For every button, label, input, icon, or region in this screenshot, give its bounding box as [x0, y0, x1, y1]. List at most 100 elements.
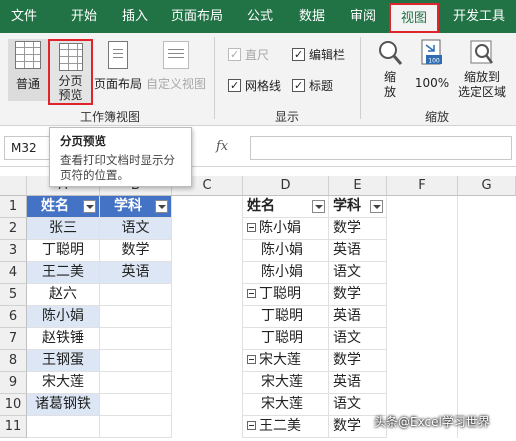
page-break-preview-tooltip: 分页预览 查看打印文档时显示分 页符的位置。 [49, 127, 192, 187]
select-all-corner[interactable] [0, 176, 27, 196]
pivot-cell[interactable]: 数学 [329, 350, 387, 372]
zoom-100-label: 100% [414, 76, 450, 90]
zoom-to-selection-button[interactable]: 缩放到 选定区域 [452, 39, 512, 105]
row-header[interactable]: 3 [0, 240, 27, 262]
formula-input[interactable] [250, 136, 512, 160]
pivot-row-label[interactable]: 陈小娟 [243, 240, 329, 262]
tab-review[interactable]: 审阅 [341, 0, 385, 33]
table-cell[interactable]: 宋大莲 [27, 372, 100, 394]
table-cell[interactable]: 丁聪明 [27, 240, 100, 262]
row-header[interactable]: 10 [0, 394, 27, 416]
pivot-row-label[interactable]: 丁聪明 [243, 306, 329, 328]
empty-cell[interactable] [27, 416, 100, 438]
row-header[interactable]: 1 [0, 196, 27, 218]
empty-cell[interactable] [100, 284, 172, 306]
page-break-preview-button[interactable]: 分页 预览 [48, 39, 93, 105]
custom-views-label: 自定义视图 [145, 77, 206, 91]
magnifier-icon [379, 41, 403, 65]
zoom-selection-label-line1: 缩放到 [463, 70, 500, 84]
tab-file[interactable]: 文件 [4, 0, 44, 33]
pivot-cell[interactable]: 数学 [329, 284, 387, 306]
pivot-cell[interactable]: 英语 [329, 240, 387, 262]
filter-dropdown-icon[interactable] [83, 200, 96, 213]
table-header-subject[interactable]: 学科 [100, 196, 172, 218]
pivot-row-label[interactable]: 丁聪明 [243, 328, 329, 350]
headings-checkbox[interactable]: 标题 [292, 77, 333, 95]
pivot-row-label[interactable]: 王二美 [243, 416, 329, 438]
table-cell[interactable]: 王二美 [27, 262, 100, 284]
empty-cell[interactable] [100, 350, 172, 372]
row-header[interactable]: 5 [0, 284, 27, 306]
column-header-d[interactable]: D [243, 176, 329, 196]
tab-formulas[interactable]: 公式 [238, 0, 282, 33]
empty-cell[interactable] [100, 372, 172, 394]
filter-dropdown-icon[interactable] [370, 200, 383, 213]
collapse-icon[interactable] [247, 355, 256, 364]
empty-cell[interactable] [100, 416, 172, 438]
pivot-header-name[interactable]: 姓名 [243, 196, 329, 218]
filter-dropdown-icon[interactable] [312, 200, 325, 213]
pivot-cell[interactable]: 英语 [329, 306, 387, 328]
row-header[interactable]: 2 [0, 218, 27, 240]
formula-bar-checkbox[interactable]: 编辑栏 [292, 46, 345, 64]
empty-cell[interactable] [100, 306, 172, 328]
pivot-row-label[interactable]: 丁聪明 [243, 284, 329, 306]
column-f-cells[interactable] [387, 196, 458, 438]
column-header-e[interactable]: E [329, 176, 387, 196]
pivot-row-label[interactable]: 宋大莲 [243, 394, 329, 416]
tab-insert[interactable]: 插入 [113, 0, 157, 33]
pivot-row-label[interactable]: 宋大莲 [243, 372, 329, 394]
pivot-row-label[interactable]: 宋大莲 [243, 350, 329, 372]
zoom-100-button[interactable]: 100 100% [412, 39, 452, 101]
table-cell[interactable]: 诸葛钢铁 [27, 394, 100, 416]
collapse-icon[interactable] [247, 223, 256, 232]
empty-cell[interactable] [100, 328, 172, 350]
column-c-cells[interactable] [172, 196, 243, 438]
tab-view[interactable]: 视图 [389, 3, 439, 33]
column-g-cells[interactable] [458, 196, 516, 438]
table-cell[interactable]: 王钢蛋 [27, 350, 100, 372]
worksheet[interactable]: A B C D E F G 1 2 3 4 5 6 7 8 9 10 11 姓名… [0, 176, 516, 441]
collapse-icon[interactable] [247, 421, 256, 430]
table-cell[interactable]: 陈小娟 [27, 306, 100, 328]
row-header[interactable]: 11 [0, 416, 27, 438]
column-header-f[interactable]: F [387, 176, 458, 196]
table-cell[interactable]: 英语 [100, 262, 172, 284]
ruler-checkbox[interactable]: 直尺 [228, 46, 269, 64]
table-cell[interactable]: 赵铁锤 [27, 328, 100, 350]
row-header[interactable]: 6 [0, 306, 27, 328]
row-header[interactable]: 7 [0, 328, 27, 350]
fx-icon[interactable]: fx [216, 139, 228, 154]
tab-data[interactable]: 数据 [290, 0, 334, 33]
pivot-row-label[interactable]: 陈小娟 [243, 218, 329, 240]
ribbon: 普通 分页 预览 页面布局 自定义视图 工作簿视图 直尺 编辑栏 网格线 标题 … [0, 33, 516, 126]
row-header[interactable]: 9 [0, 372, 27, 394]
row-header[interactable]: 8 [0, 350, 27, 372]
table-cell[interactable]: 张三 [27, 218, 100, 240]
pivot-cell[interactable]: 语文 [329, 328, 387, 350]
tab-developer[interactable]: 开发工具 [446, 0, 512, 33]
page-layout-view-button[interactable]: 页面布局 [94, 39, 142, 101]
gridlines-checkbox[interactable]: 网格线 [228, 77, 281, 95]
table-cell[interactable]: 数学 [100, 240, 172, 262]
table-cell[interactable]: 语文 [100, 218, 172, 240]
column-header-g[interactable]: G [458, 176, 516, 196]
filter-dropdown-icon[interactable] [155, 200, 168, 213]
ribbon-tab-bar: 文件 开始 插入 页面布局 公式 数据 审阅 视图 开发工具 [0, 0, 516, 33]
tab-page-layout[interactable]: 页面布局 [166, 0, 228, 33]
collapse-icon[interactable] [247, 289, 256, 298]
pivot-header-subject[interactable]: 学科 [329, 196, 387, 218]
row-header[interactable]: 4 [0, 262, 27, 284]
tab-home[interactable]: 开始 [62, 0, 106, 33]
pivot-cell[interactable]: 语文 [329, 262, 387, 284]
pivot-cell[interactable]: 英语 [329, 372, 387, 394]
table-cell[interactable]: 赵六 [27, 284, 100, 306]
normal-view-button[interactable]: 普通 [8, 39, 48, 101]
zoom-label-line2: 放 [383, 85, 396, 99]
pivot-row-label[interactable]: 陈小娟 [243, 262, 329, 284]
empty-cell[interactable] [100, 394, 172, 416]
custom-views-button[interactable]: 自定义视图 [144, 39, 208, 101]
zoom-button[interactable]: 缩 放 [370, 39, 410, 105]
table-header-name[interactable]: 姓名 [27, 196, 100, 218]
pivot-cell[interactable]: 数学 [329, 218, 387, 240]
